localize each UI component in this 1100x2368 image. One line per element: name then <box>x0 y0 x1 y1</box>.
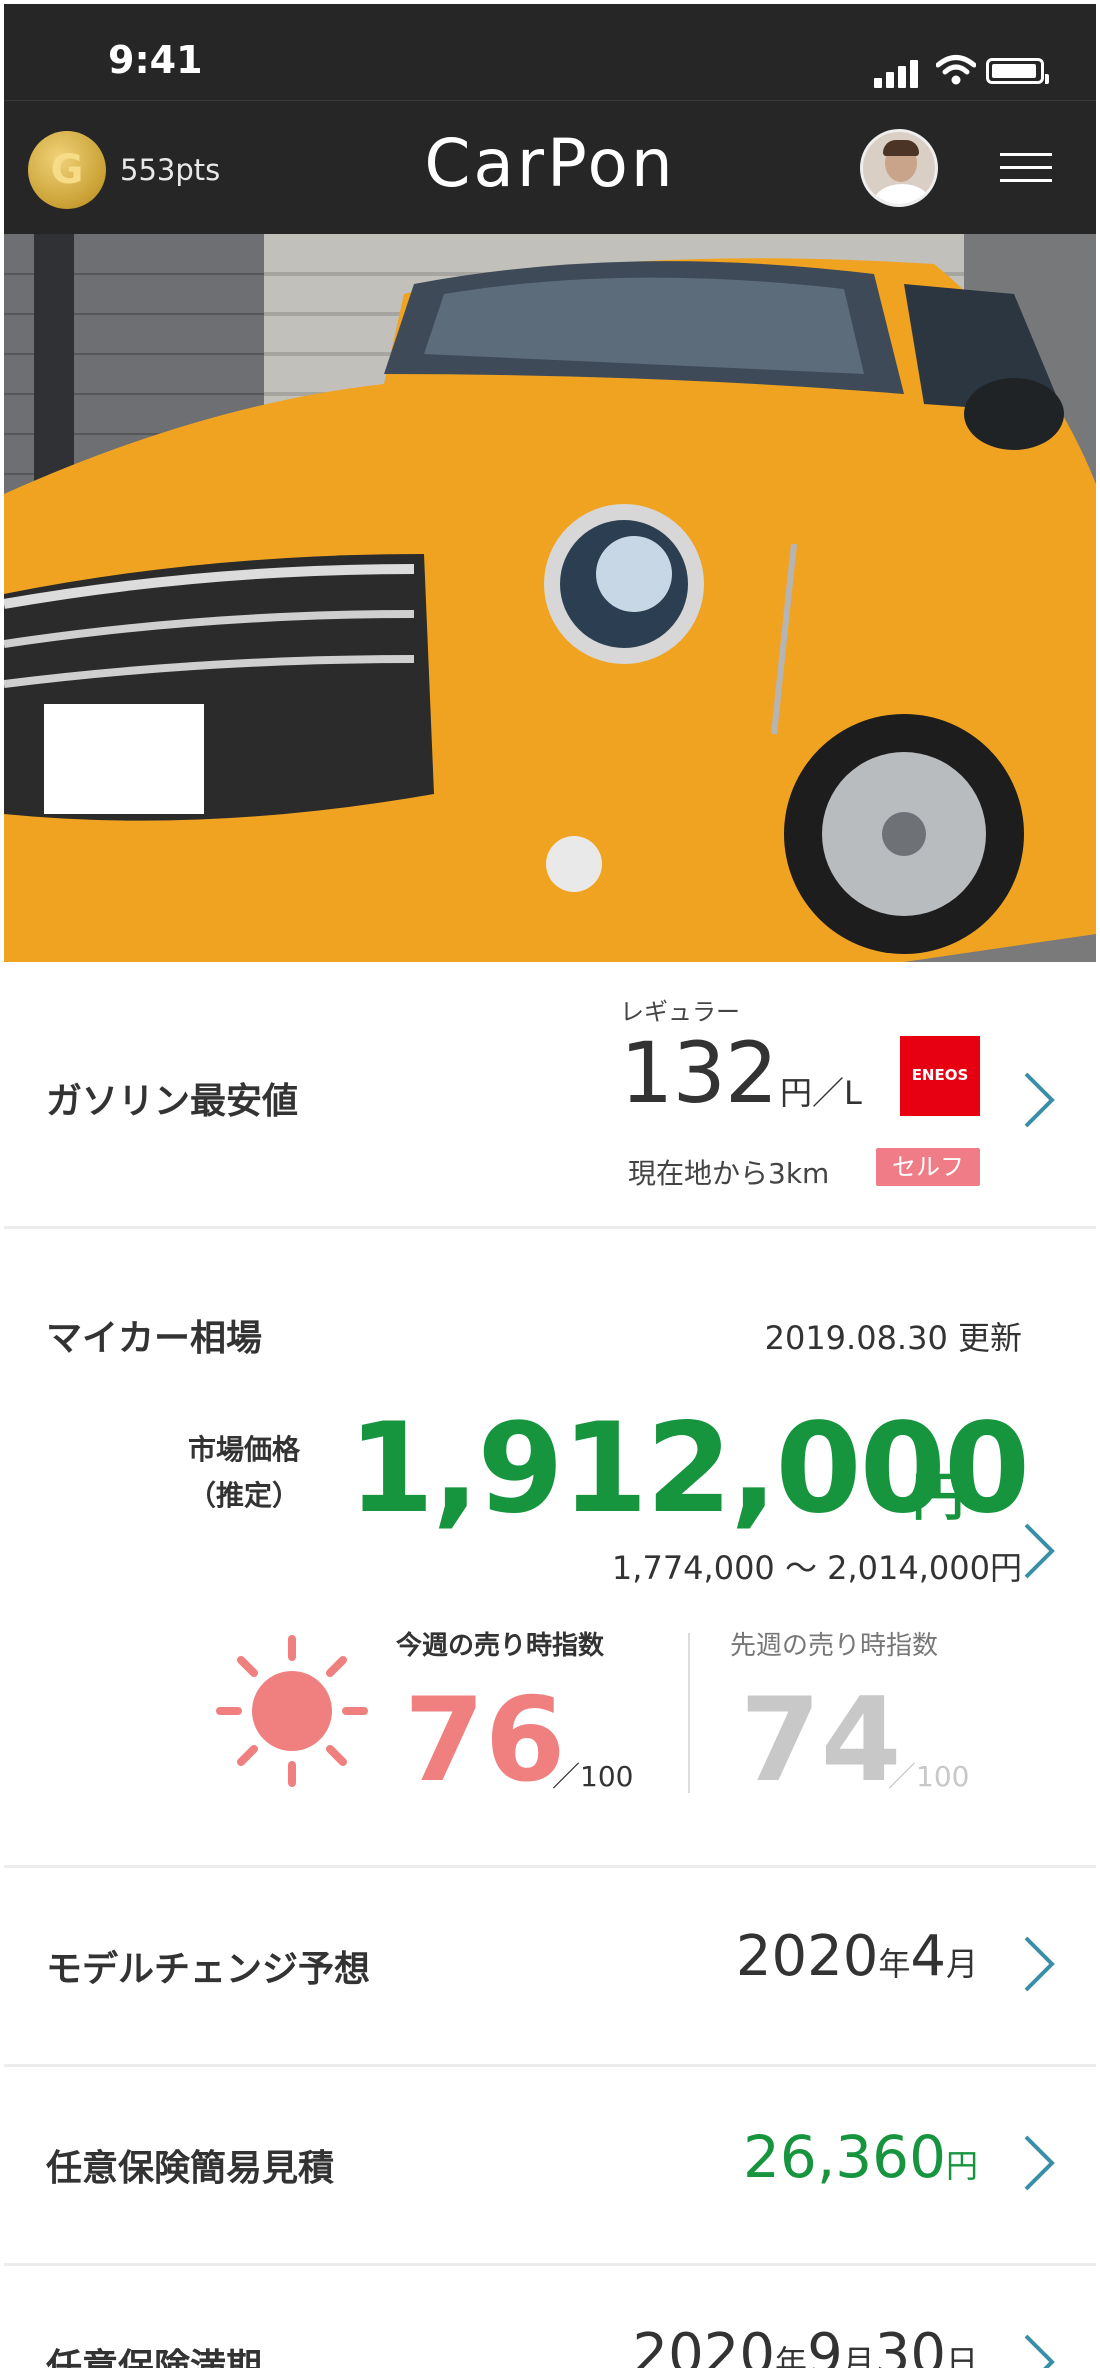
insurance-quote-row[interactable]: 任意保険簡易見積 26,360円 <box>4 2067 1096 2263</box>
chevron-right-icon <box>1022 1070 1056 1130</box>
gasoline-title: ガソリン最安値 <box>46 1081 299 1122</box>
last-week-index-max: ／100 <box>888 1760 970 1793</box>
status-time: 9:41 <box>108 38 203 82</box>
battery-icon <box>986 58 1049 84</box>
market-price-label: 市場価格 （推定） <box>187 1433 300 1512</box>
menu-icon[interactable] <box>1000 151 1052 185</box>
market-value-row[interactable]: マイカー相場 2019.08.30 更新 市場価格 （推定） 1,912,000… <box>4 1229 1096 1865</box>
insurance-expiry-title: 任意保険満期 <box>46 2347 263 2368</box>
market-title: マイカー相場 <box>46 1318 263 1359</box>
insurance-quote-title: 任意保険簡易見積 <box>46 2148 335 2189</box>
chevron-right-icon <box>1022 2133 1056 2193</box>
app-header: G 553pts CarPon <box>4 100 1096 234</box>
status-icons <box>874 54 1049 88</box>
this-week-index-label: 今週の売り時指数 <box>396 1631 605 1661</box>
insurance-quote-amount: 26,360円 <box>743 2123 978 2191</box>
insurance-expiry-date: 2020年9月30日 <box>632 2322 978 2368</box>
wifi-icon <box>936 55 976 85</box>
sun-icon <box>216 1635 368 1787</box>
this-week-index-max: ／100 <box>552 1760 634 1793</box>
model-change-date: 2020年4月 <box>735 1924 978 1989</box>
station-distance: 現在地から3km <box>628 1157 830 1190</box>
chevron-right-icon <box>1022 2332 1056 2368</box>
market-updated-date: 2019.08.30 更新 <box>764 1319 1022 1357</box>
this-week-index-value: 76 <box>404 1673 566 1808</box>
status-bar: 9:41 <box>4 4 1096 100</box>
index-separator <box>688 1633 690 1793</box>
chevron-right-icon <box>1022 1521 1056 1581</box>
gasoline-row[interactable]: ガソリン最安値 レギュラー 132 円／L ENEOS 現在地から3km セルフ <box>4 962 1096 1226</box>
self-service-badge: セルフ <box>876 1148 980 1186</box>
insurance-expiry-row[interactable]: 任意保険満期 2020年9月30日 <box>4 2266 1096 2368</box>
signal-icon <box>874 54 918 88</box>
gas-price-unit: 円／L <box>780 1074 862 1112</box>
gas-price: 132 <box>620 1024 778 1122</box>
model-change-row[interactable]: モデルチェンジ予想 2020年4月 <box>4 1868 1096 2064</box>
eneos-logo: ENEOS <box>900 1036 980 1116</box>
model-change-title: モデルチェンジ予想 <box>46 1949 371 1990</box>
car-photo <box>4 234 1096 962</box>
last-week-index-value: 74 <box>740 1673 902 1808</box>
chevron-right-icon <box>1022 1934 1056 1994</box>
fuel-type: レギュラー <box>620 998 740 1026</box>
avatar[interactable] <box>860 129 938 207</box>
market-price-unit: 円 <box>912 1468 965 1528</box>
last-week-index-label: 先週の売り時指数 <box>730 1631 939 1661</box>
market-price-range: 1,774,000 〜 2,014,000円 <box>611 1549 1022 1587</box>
